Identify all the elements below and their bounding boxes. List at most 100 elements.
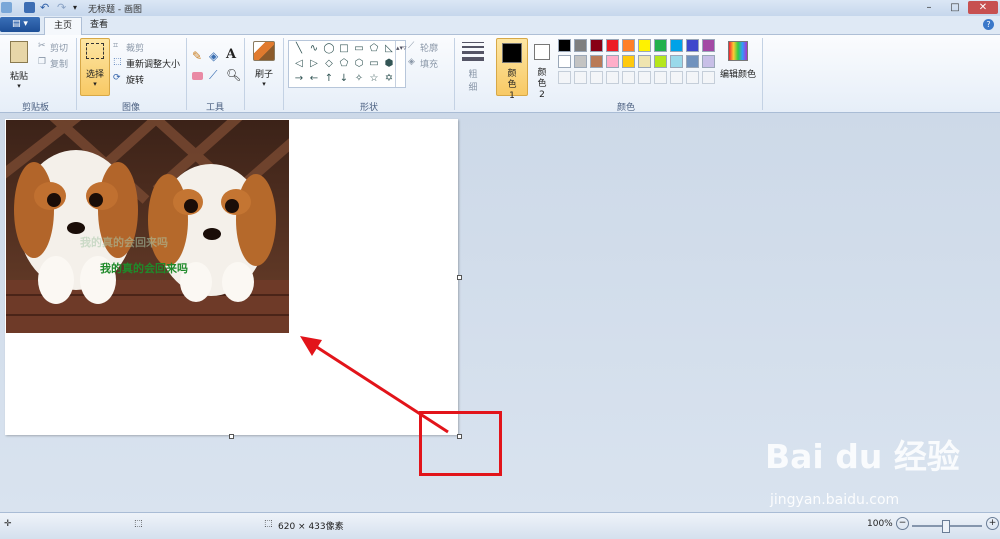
shapes-scroll-icon[interactable]: ▴▾▿: [395, 41, 407, 87]
empty-color-swatch[interactable]: [702, 71, 715, 84]
edit-colors-button[interactable]: 编辑颜色: [720, 39, 756, 93]
color1-swatch: [502, 43, 522, 63]
shape-option[interactable]: ∿: [308, 43, 320, 54]
ribbon-tabs: ▤ ▾ 主页 查看 ?: [0, 16, 1000, 35]
brushes-label: 刷子: [254, 70, 273, 80]
palette-swatch[interactable]: [558, 39, 571, 52]
color1-button[interactable]: 颜色 1: [496, 38, 528, 101]
shape-option[interactable]: ⬡: [353, 58, 365, 69]
empty-color-swatch[interactable]: [558, 71, 571, 84]
shape-option[interactable]: ↓: [338, 73, 350, 84]
empty-color-swatch[interactable]: [606, 71, 619, 84]
shape-option[interactable]: □: [338, 43, 350, 54]
shape-option[interactable]: ▷: [308, 58, 320, 69]
title-bar: ↶ ↷ ▾ 无标题 - 画图 – □ ✕: [0, 0, 1000, 16]
image-group-label: 图像: [122, 103, 141, 113]
empty-color-swatch[interactable]: [638, 71, 651, 84]
close-button[interactable]: ✕: [968, 1, 998, 14]
fill-bucket-icon[interactable]: ◈: [209, 49, 222, 63]
redo-icon[interactable]: ↷: [57, 2, 68, 13]
shape-option[interactable]: ⬢: [383, 58, 395, 69]
shape-option[interactable]: ←: [308, 73, 320, 84]
palette-swatch[interactable]: [606, 55, 619, 68]
zoom-in-button[interactable]: +: [986, 517, 999, 530]
palette-swatch[interactable]: [686, 39, 699, 52]
palette-swatch[interactable]: [654, 39, 667, 52]
empty-color-swatch[interactable]: [590, 71, 603, 84]
tab-view[interactable]: 查看: [84, 17, 114, 34]
magnifier-icon[interactable]: 🔍︎: [226, 68, 241, 82]
size-button[interactable]: 粗 细: [459, 39, 487, 93]
palette-swatch[interactable]: [590, 55, 603, 68]
palette-swatch[interactable]: [654, 55, 667, 68]
shape-option[interactable]: ✡: [383, 73, 395, 84]
fill-button[interactable]: 填充: [420, 57, 438, 70]
palette-swatch[interactable]: [686, 55, 699, 68]
palette-swatch[interactable]: [670, 55, 683, 68]
zoom-slider-thumb[interactable]: [942, 520, 950, 533]
zoom-slider[interactable]: [912, 520, 982, 533]
rotate-button[interactable]: 旋转: [126, 73, 144, 86]
shape-option[interactable]: →: [293, 73, 305, 84]
palette-swatch[interactable]: [638, 39, 651, 52]
resize-button[interactable]: 重新调整大小: [126, 57, 180, 70]
shape-option[interactable]: ↑: [323, 73, 335, 84]
brushes-button[interactable]: 刷子 ▾: [250, 39, 278, 93]
shape-option[interactable]: ╲: [293, 43, 305, 54]
outline-button[interactable]: 轮廓: [420, 41, 438, 54]
pencil-icon[interactable]: ✎: [192, 49, 205, 63]
palette-swatch[interactable]: [590, 39, 603, 52]
palette-swatch[interactable]: [702, 55, 715, 68]
customize-quick-access-icon[interactable]: ▾: [73, 2, 84, 13]
empty-color-swatch[interactable]: [654, 71, 667, 84]
edit-colors-label: 编辑颜色: [720, 70, 757, 80]
maximize-button[interactable]: □: [942, 1, 968, 14]
save-icon[interactable]: [24, 2, 35, 13]
shape-option[interactable]: ◇: [323, 58, 335, 69]
shape-option[interactable]: ☆: [368, 73, 380, 84]
color-picker-icon[interactable]: ⟋: [209, 68, 222, 82]
crop-button[interactable]: 裁剪: [126, 41, 144, 54]
tab-home[interactable]: 主页: [44, 17, 82, 35]
shape-option[interactable]: ◺: [383, 43, 395, 54]
shape-option[interactable]: ◁: [293, 58, 305, 69]
eraser-icon[interactable]: [192, 72, 203, 80]
shape-option[interactable]: ▭: [368, 58, 380, 69]
empty-color-swatch[interactable]: [574, 71, 587, 84]
shape-option[interactable]: ✧: [353, 73, 365, 84]
empty-color-swatch[interactable]: [686, 71, 699, 84]
zoom-out-button[interactable]: −: [896, 517, 909, 530]
palette-swatch[interactable]: [574, 55, 587, 68]
shapes-gallery[interactable]: ╲ ∿ ◯ □ ▭ ⬠ ◺ ◁ ▷ ◇ ⬠ ⬡ ▭ ⬢ → ← ↑ ↓ ✧ ☆ ✡ ▴▾▿: [288, 40, 407, 88]
color2-button[interactable]: 颜色 2: [530, 38, 554, 100]
shape-option[interactable]: ⬠: [368, 43, 380, 54]
paste-button[interactable]: 粘贴 ▾: [6, 39, 32, 93]
palette-swatch[interactable]: [638, 55, 651, 68]
select-button[interactable]: 选择 ▾: [80, 38, 110, 96]
cut-button[interactable]: 剪切: [50, 41, 68, 54]
canvas-resize-handle-right[interactable]: [457, 275, 462, 280]
ribbon: 粘贴 ▾ ✂ 剪切 ❐ 复制 剪贴板 选择 ▾ ⌗ 裁剪 ⬚ 重新调整大小 ⟳ …: [0, 35, 1000, 113]
file-menu-button[interactable]: ▤ ▾: [0, 17, 40, 32]
copy-button[interactable]: 复制: [50, 57, 68, 70]
shape-option[interactable]: ▭: [353, 43, 365, 54]
empty-color-swatch[interactable]: [670, 71, 683, 84]
shape-option[interactable]: ⬠: [338, 58, 350, 69]
palette-swatch[interactable]: [606, 39, 619, 52]
empty-color-swatch[interactable]: [622, 71, 635, 84]
canvas-resize-handle-bottom[interactable]: [229, 434, 234, 439]
help-icon[interactable]: ?: [983, 19, 994, 30]
palette-swatch[interactable]: [622, 55, 635, 68]
palette-swatch[interactable]: [702, 39, 715, 52]
undo-icon[interactable]: ↶: [40, 2, 51, 13]
shape-option[interactable]: ◯: [323, 43, 335, 54]
palette-swatch[interactable]: [622, 39, 635, 52]
palette-swatch[interactable]: [574, 39, 587, 52]
brush-icon: [253, 41, 275, 61]
minimize-button[interactable]: –: [916, 1, 942, 14]
palette-swatch[interactable]: [670, 39, 683, 52]
selection-size-icon: ⬚: [134, 519, 143, 529]
puppies-image: 我的真的会回来吗 我的真的会回来吗: [6, 120, 289, 333]
palette-swatch[interactable]: [558, 55, 571, 68]
text-tool-icon[interactable]: A: [226, 47, 239, 62]
